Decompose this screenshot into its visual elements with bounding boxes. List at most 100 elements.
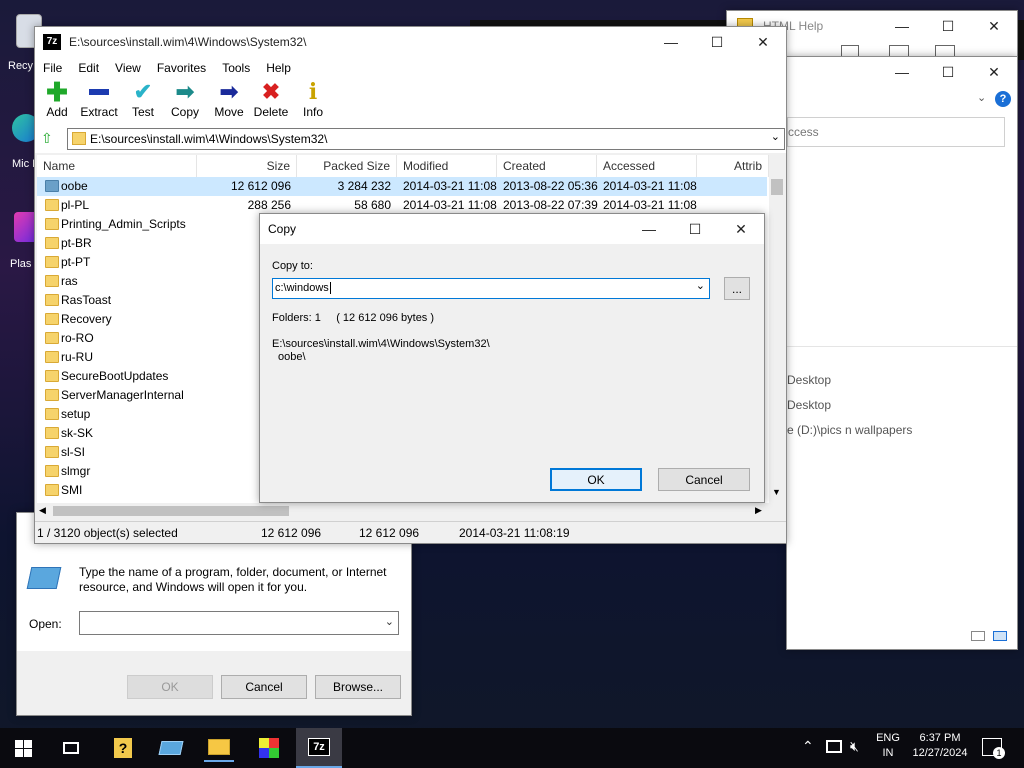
language-indicator[interactable]: ENG IN	[876, 732, 900, 759]
chevron-down-icon[interactable]: ⌄	[771, 130, 780, 143]
help-circle-icon[interactable]: ?	[995, 91, 1011, 107]
test-button[interactable]: ✔ Test	[121, 79, 165, 129]
close-button[interactable]: ✕	[718, 214, 764, 244]
chevron-down-icon[interactable]: ⌄	[385, 615, 394, 628]
task-view-icon	[63, 742, 79, 754]
vertical-scrollbar[interactable]: ▲ ▼	[769, 177, 785, 503]
chevron-up-icon[interactable]: ⌃	[802, 738, 814, 755]
add-button[interactable]: ✚ Add	[35, 77, 79, 129]
menu-favorites[interactable]: Favorites	[149, 57, 214, 79]
maximize-button[interactable]: ☐	[925, 57, 971, 87]
taskbar-explorer-app[interactable]	[204, 734, 234, 762]
scroll-thumb[interactable]	[771, 179, 783, 195]
menu-help[interactable]: Help	[258, 57, 299, 79]
copy-to-label: Copy to:	[272, 260, 313, 272]
folder-icon	[45, 218, 59, 230]
taskbar-run-app[interactable]	[156, 734, 186, 762]
close-button[interactable]: ✕	[740, 27, 786, 57]
details-view-icon[interactable]	[971, 631, 985, 641]
volume-icon[interactable]: 🔇︎	[850, 738, 859, 755]
delete-button[interactable]: ✖ Delete	[249, 79, 293, 129]
maximize-button[interactable]: ☐	[925, 11, 971, 41]
chevron-down-icon[interactable]: ⌄	[696, 279, 705, 292]
info-button[interactable]: i Info	[291, 79, 335, 129]
column-name[interactable]: Name	[37, 155, 197, 177]
recent-item[interactable]: Desktop	[787, 398, 831, 412]
folder-icon	[45, 427, 59, 439]
column-modified[interactable]: Modified	[397, 155, 497, 177]
horizontal-scrollbar[interactable]: ◀ ▶	[37, 503, 769, 519]
run-ok-button[interactable]: OK	[127, 675, 213, 699]
up-folder-icon[interactable]: ⇧	[41, 131, 55, 145]
scroll-left-icon[interactable]: ◀	[39, 505, 46, 516]
column-size[interactable]: Size	[197, 155, 297, 177]
check-icon: ✔	[133, 79, 153, 104]
quick-access-search[interactable]: ccess	[787, 117, 1005, 147]
recent-item[interactable]: e (D:)\pics n wallpapers	[787, 423, 912, 437]
column-packed-size[interactable]: Packed Size	[297, 155, 397, 177]
scroll-right-icon[interactable]: ▶	[755, 505, 762, 516]
address-value[interactable]: E:\sources\install.wim\4\Windows\System3…	[90, 132, 327, 146]
dialog-title: Copy	[268, 222, 297, 236]
cell-created: 2013-08-22 05:36	[503, 179, 598, 193]
move-button[interactable]: ➡ Move	[207, 79, 251, 129]
copy-dialog[interactable]: Copy — ☐ ✕ Copy to: c:\windows ⌄ ... Fol…	[259, 213, 765, 503]
column-attrib[interactable]: Attrib	[697, 155, 769, 177]
minimize-button[interactable]: —	[626, 214, 672, 244]
open-combobox[interactable]: ⌄	[79, 611, 399, 635]
ok-button[interactable]: OK	[550, 468, 642, 491]
folder-icon	[45, 484, 59, 496]
cell-name: ras	[61, 274, 78, 288]
status-bar: 1 / 3120 object(s) selected 12 612 096 1…	[35, 521, 786, 543]
h-scroll-thumb[interactable]	[53, 506, 289, 516]
run-cancel-button[interactable]: Cancel	[221, 675, 307, 699]
maximize-button[interactable]: ☐	[694, 27, 740, 57]
copy-to-input[interactable]: c:\windows	[275, 282, 331, 294]
menu-tools[interactable]: Tools	[214, 57, 258, 79]
close-button[interactable]: ✕	[971, 11, 1017, 41]
recent-item[interactable]: Desktop	[787, 373, 831, 387]
minimize-button[interactable]: —	[648, 27, 694, 57]
scroll-down-icon[interactable]: ▼	[772, 487, 781, 497]
column-accessed[interactable]: Accessed	[597, 155, 697, 177]
address-combobox[interactable]: E:\sources\install.wim\4\Windows\System3…	[67, 128, 785, 150]
menu-edit[interactable]: Edit	[70, 57, 107, 79]
minimize-button[interactable]: —	[879, 57, 925, 87]
table-row[interactable]: oobe 12 612 096 3 284 232 2014-03-21 11:08 2…	[37, 177, 767, 196]
folder-icon	[45, 199, 59, 211]
desktop-icon-label: Plas	[10, 258, 32, 270]
column-created[interactable]: Created	[497, 155, 597, 177]
taskbar-help-app[interactable]: ?	[108, 734, 138, 762]
chevron-down-icon[interactable]: ⌄	[977, 91, 986, 104]
copy-button[interactable]: ➡ Copy	[163, 79, 207, 129]
status-packed: 12 612 096	[359, 526, 420, 540]
extract-button[interactable]: Extract	[77, 79, 121, 129]
start-button[interactable]	[8, 734, 38, 762]
list-header: Name Size Packed Size Modified Created A…	[37, 155, 769, 177]
close-button[interactable]: ✕	[971, 57, 1017, 87]
notification-center[interactable]: 1	[982, 738, 1005, 759]
run-description: Type the name of a program, folder, docu…	[79, 565, 387, 594]
taskbar-7zip-app[interactable]: 7z	[296, 728, 342, 768]
folder-icon	[45, 256, 59, 268]
taskbar-paint-app[interactable]	[254, 734, 284, 762]
maximize-button[interactable]: ☐	[672, 214, 718, 244]
large-icons-view-icon[interactable]	[993, 631, 1007, 641]
cell-name: ServerManagerInternal	[61, 388, 184, 402]
copy-to-combobox[interactable]: c:\windows ⌄	[272, 278, 710, 299]
menu-view[interactable]: View	[107, 57, 149, 79]
desktop-icon-label: Recy	[8, 60, 34, 72]
cell-name: SMI	[61, 483, 83, 497]
explorer-window[interactable]: — ☐ ✕ ⌄ ? ccess Desktop Desktop e (D:)\p…	[786, 56, 1018, 650]
network-icon[interactable]	[826, 740, 842, 753]
minimize-button[interactable]: —	[879, 11, 925, 41]
clock[interactable]: 6:37 PM 12/27/2024	[908, 732, 972, 759]
run-browse-button[interactable]: Browse...	[315, 675, 401, 699]
cancel-button[interactable]: Cancel	[658, 468, 750, 491]
open-label: Open:	[29, 617, 62, 631]
folder-icon	[45, 275, 59, 287]
task-view-button[interactable]	[56, 734, 86, 762]
7zip-app-icon: 7z	[308, 738, 330, 756]
cell-name: pt-BR	[61, 236, 92, 250]
browse-button[interactable]: ...	[724, 277, 750, 300]
